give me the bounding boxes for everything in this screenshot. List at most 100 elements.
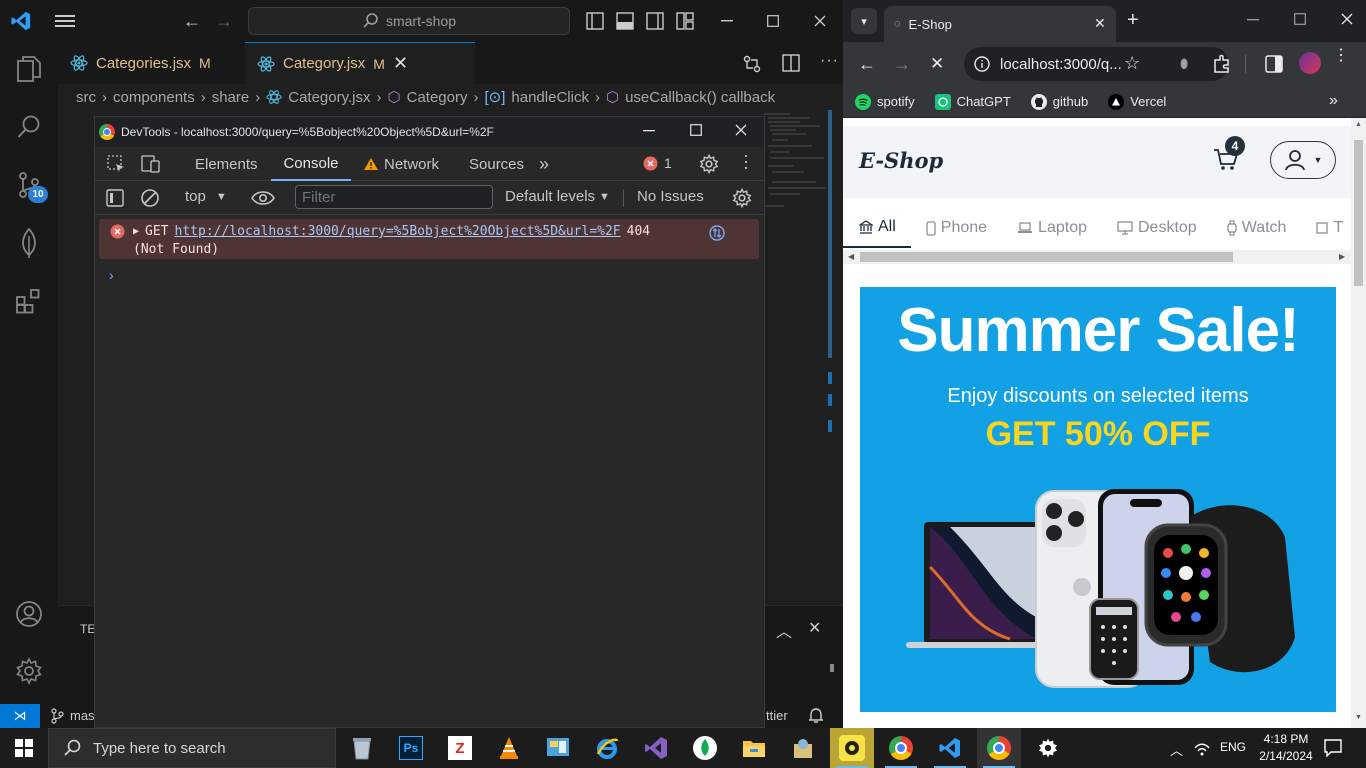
page-scrollbar[interactable]: ▲ ▼ — [1351, 118, 1366, 728]
device-toolbar-icon[interactable] — [141, 155, 161, 173]
back-arrow-icon[interactable]: ← — [858, 54, 876, 75]
notifications-bell-icon[interactable] — [808, 707, 824, 725]
more-tabs-icon[interactable]: » — [539, 147, 549, 181]
close-button[interactable] — [1341, 13, 1353, 25]
internet-explorer-icon[interactable] — [585, 728, 629, 768]
toggle-secondary-sidebar-icon[interactable] — [646, 12, 664, 30]
category-scrollbar[interactable]: ◀ ▶ — [843, 250, 1351, 264]
forward-arrow-icon[interactable]: → — [212, 8, 236, 34]
category-all[interactable]: All — [843, 208, 911, 248]
scroll-right-arrow-icon[interactable]: ▶ — [1339, 252, 1345, 261]
remote-indicator-icon[interactable]: ⋊ — [0, 704, 40, 728]
tab-console[interactable]: Console — [271, 147, 351, 181]
profile-avatar[interactable] — [1299, 52, 1321, 74]
issues-button[interactable]: No Issues — [637, 188, 704, 205]
category-watch[interactable]: Watch — [1212, 208, 1302, 248]
scroll-left-arrow-icon[interactable]: ◀ — [848, 252, 854, 261]
breadcrumb-item[interactable]: handleClick — [511, 89, 589, 106]
request-url-link[interactable]: http://localhost:3000/query=%5Bobject%20… — [175, 224, 621, 239]
maximize-button[interactable] — [690, 124, 702, 136]
extensions-icon[interactable] — [1212, 54, 1232, 74]
console-prompt-icon[interactable]: › — [109, 267, 114, 283]
breadcrumb-item[interactable]: share — [212, 89, 250, 106]
settings-gear-icon[interactable] — [12, 654, 46, 688]
menu-icon[interactable] — [52, 8, 78, 34]
bookmark-star-icon[interactable]: ☆ — [1124, 53, 1140, 74]
back-arrow-icon[interactable]: ← — [180, 8, 204, 34]
minimap[interactable] — [760, 110, 828, 220]
settings-gear-icon[interactable] — [699, 154, 719, 174]
chrome-tab-eshop[interactable]: ◌ E-Shop ✕ — [884, 6, 1116, 42]
console-filter-input[interactable] — [295, 185, 493, 209]
compare-changes-icon[interactable] — [742, 54, 762, 74]
customize-layout-icon[interactable] — [676, 12, 694, 30]
scroll-down-arrow-icon[interactable]: ▼ — [1355, 714, 1362, 721]
toggle-primary-sidebar-icon[interactable] — [586, 12, 604, 30]
search-icon[interactable] — [12, 110, 46, 144]
source-control-icon[interactable]: 10 — [12, 168, 48, 203]
console-error-message[interactable]: ▶ GET http://localhost:3000/query=%5Bobj… — [99, 219, 759, 259]
tab-categories-jsx[interactable]: Categories.jsx M — [58, 42, 244, 84]
anydesk-icon[interactable]: Z — [438, 728, 482, 768]
recycle-bin-icon[interactable] — [340, 728, 384, 768]
screen-recorder-icon[interactable] — [830, 728, 874, 768]
new-tab-plus-icon[interactable]: + — [1127, 9, 1139, 32]
close-panel-icon[interactable]: ✕ — [808, 618, 821, 638]
address-bar[interactable]: localhost:3000/q... ☆ — [964, 47, 1229, 81]
network-tool-icon[interactable] — [781, 728, 825, 768]
close-button[interactable] — [805, 8, 835, 34]
bookmark-github[interactable]: github — [1030, 93, 1088, 110]
show-hidden-icons-chevron[interactable]: ︿ — [1170, 740, 1183, 759]
promo-banner[interactable]: Summer Sale! Enjoy discounts on selected… — [860, 287, 1336, 712]
network-request-icon[interactable] — [709, 225, 725, 241]
extension-puzzle-dim-icon[interactable]: ⬮ — [1180, 56, 1188, 72]
category-desktop[interactable]: Desktop — [1102, 208, 1212, 248]
prettier-status[interactable]: ttier — [766, 708, 788, 723]
breadcrumb-item[interactable]: Category — [407, 89, 468, 106]
breadcrumb-item[interactable]: Category.jsx — [288, 89, 370, 106]
bookmark-spotify[interactable]: spotify — [855, 93, 915, 110]
console-settings-gear-icon[interactable] — [732, 188, 752, 208]
breadcrumb-item[interactable]: useCallback() callback — [625, 89, 775, 106]
command-center-search[interactable]: smart-shop — [248, 7, 570, 35]
mongodb-leaf-icon[interactable] — [12, 226, 46, 260]
stop-loading-icon[interactable]: ✕ — [930, 54, 944, 74]
tab-category-jsx[interactable]: Category.jsx M ✕ — [245, 42, 475, 84]
settings-gear-icon[interactable] — [1026, 728, 1070, 768]
site-info-icon[interactable] — [974, 56, 990, 72]
wifi-icon[interactable] — [1194, 740, 1210, 756]
close-tab-icon[interactable]: ✕ — [1094, 15, 1106, 32]
close-button[interactable] — [735, 124, 747, 136]
minimize-button[interactable] — [1247, 13, 1259, 25]
tab-sources[interactable]: Sources — [469, 147, 524, 181]
scrollbar-thumb[interactable] — [1354, 140, 1363, 286]
breadcrumb-item[interactable]: components — [113, 89, 195, 106]
accounts-icon[interactable] — [12, 597, 46, 631]
tab-elements[interactable]: Elements — [195, 147, 258, 181]
customize-devtools-icon[interactable]: ··· — [737, 153, 757, 171]
scroll-up-arrow-icon[interactable]: ▲ — [1355, 121, 1362, 128]
split-editor-icon[interactable] — [782, 54, 800, 72]
taskbar-search-box[interactable]: Type here to search — [48, 728, 336, 768]
forward-arrow-icon[interactable]: → — [893, 54, 911, 75]
toggle-panel-icon[interactable] — [616, 12, 634, 30]
maximize-panel-icon[interactable]: ︿ — [776, 618, 792, 642]
branch-status[interactable]: mas — [50, 708, 95, 724]
minimize-button[interactable] — [643, 124, 655, 136]
user-menu-button[interactable]: ▼ — [1270, 141, 1336, 179]
windows-start-icon[interactable] — [0, 728, 48, 768]
context-selector[interactable]: top ▼ — [185, 188, 227, 205]
mongodb-compass-icon[interactable] — [683, 728, 727, 768]
category-phone[interactable]: Phone — [911, 208, 1002, 248]
notification-center-icon[interactable] — [1324, 739, 1342, 757]
close-tab-icon[interactable]: ✕ — [393, 53, 408, 74]
bookmark-vercel[interactable]: Vercel — [1108, 93, 1166, 110]
live-expression-eye-icon[interactable] — [251, 189, 275, 207]
side-panel-icon[interactable] — [1265, 55, 1283, 73]
show-sidebar-icon[interactable] — [106, 189, 124, 207]
chrome-menu-icon[interactable]: ⋮ — [1333, 48, 1349, 64]
chrome-profile-taskbar-icon[interactable] — [977, 728, 1021, 768]
bookmark-chatgpt[interactable]: ChatGPT — [934, 93, 1011, 110]
breadcrumb-item[interactable]: src — [76, 89, 96, 106]
vscode-taskbar-icon[interactable] — [928, 728, 972, 768]
